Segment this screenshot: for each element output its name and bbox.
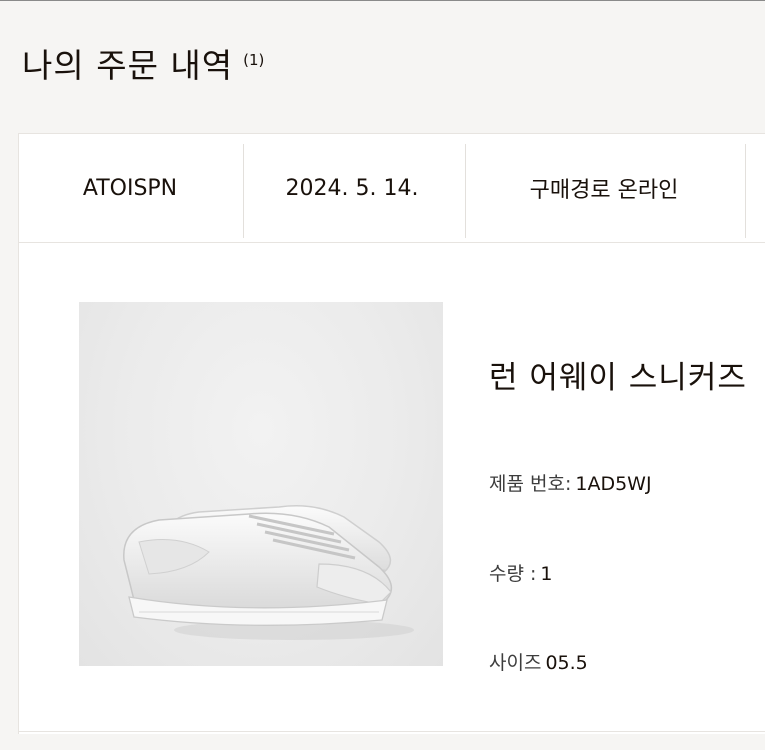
- card-bottom-divider: [19, 731, 765, 732]
- page-header: 나의 주문 내역 (1): [22, 44, 264, 88]
- product-image[interactable]: [79, 302, 443, 666]
- product-code-value: 1AD5WJ: [575, 473, 652, 495]
- sneaker-icon: [123, 505, 414, 640]
- quantity-label: 수량 :: [489, 563, 537, 585]
- meta-divider: [745, 144, 746, 238]
- size-label: 사이즈: [489, 652, 542, 674]
- purchase-channel: 구매경로 온라인: [529, 178, 679, 203]
- order-card: ATOISPN 2024. 5. 14. 구매경로 온라인 런 어웨이 스니커즈…: [18, 133, 765, 734]
- size-value: 05.5: [545, 652, 588, 674]
- page-title: 나의 주문 내역: [22, 46, 234, 85]
- order-number: ATOISPN: [82, 175, 178, 201]
- product-code-label: 제품 번호:: [489, 473, 572, 495]
- quantity-value: 1: [540, 563, 553, 585]
- order-count: (1): [243, 51, 265, 69]
- product-quantity: 수량 :1: [489, 559, 553, 586]
- product-code: 제품 번호: 1AD5WJ: [489, 469, 652, 496]
- top-divider: [0, 0, 765, 1]
- product-size: 사이즈 05.5: [489, 648, 588, 675]
- order-meta-row: ATOISPN 2024. 5. 14. 구매경로 온라인: [19, 134, 765, 243]
- product-name[interactable]: 런 어웨이 스니커즈: [489, 352, 747, 397]
- order-date: 2024. 5. 14.: [285, 175, 419, 201]
